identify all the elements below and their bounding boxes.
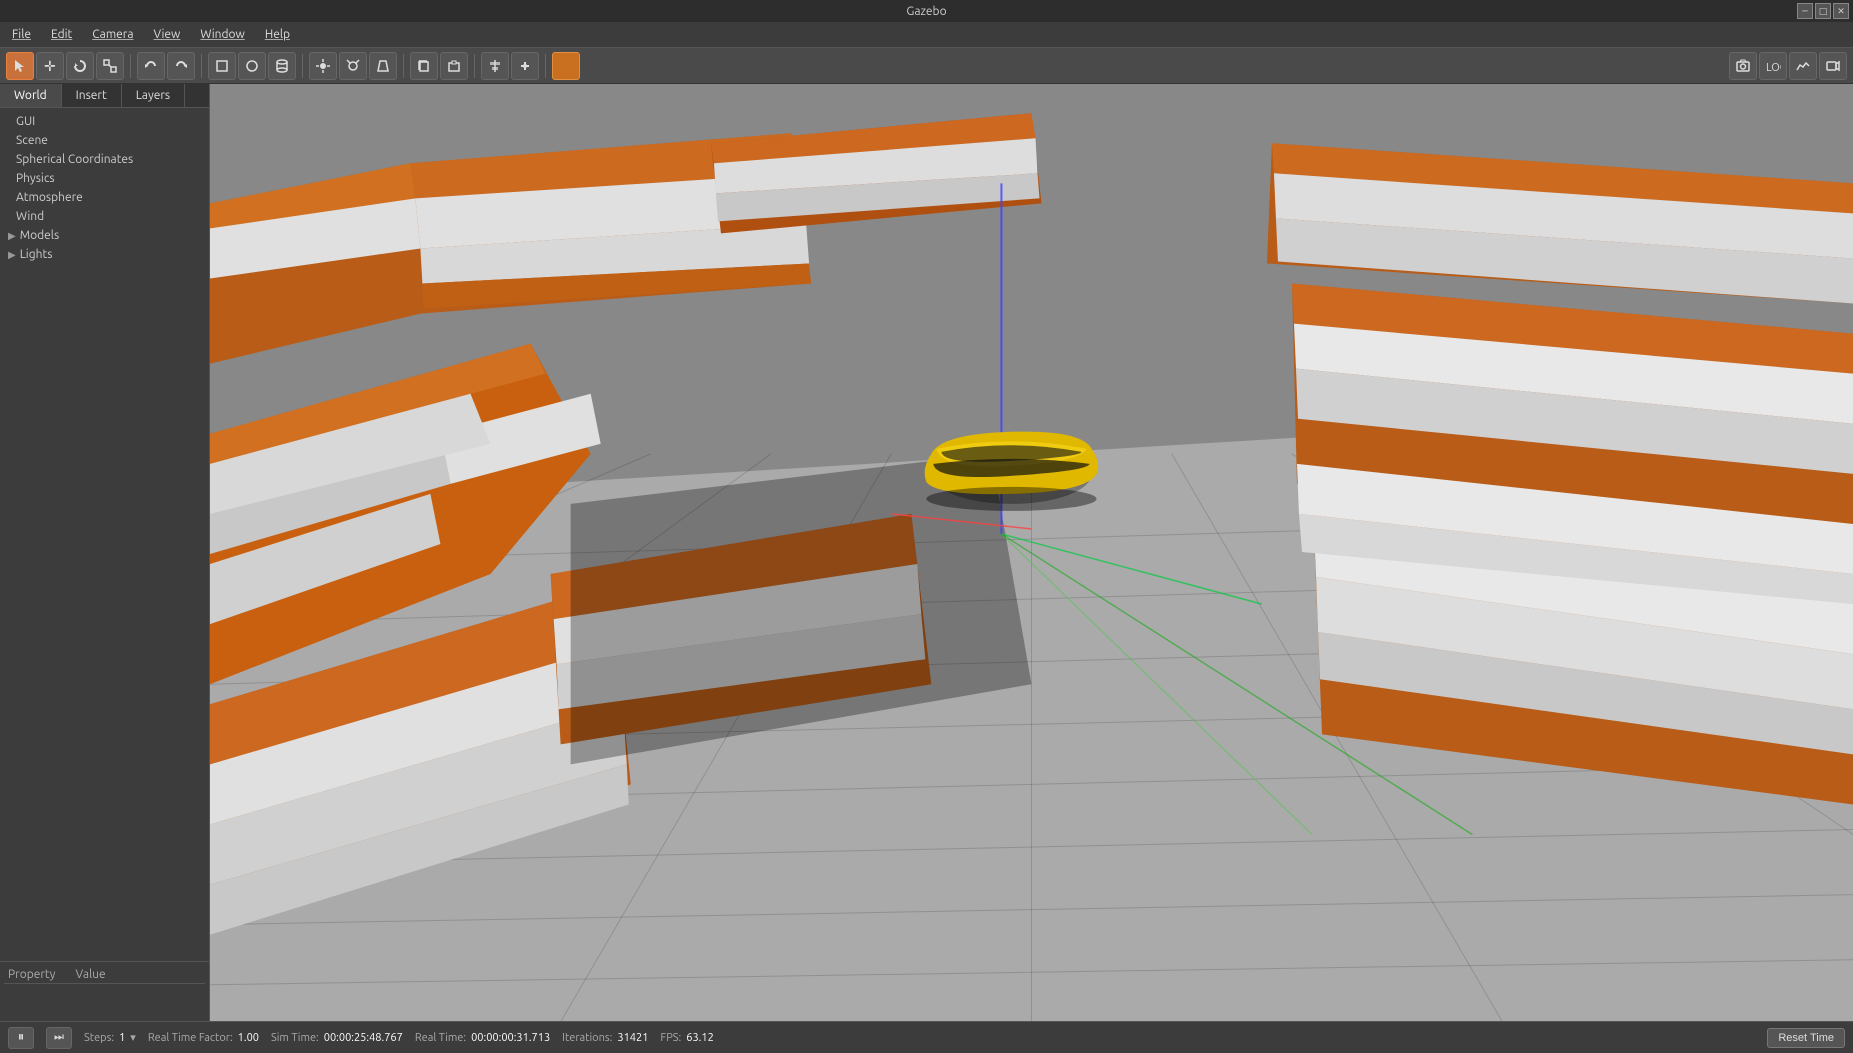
log-button[interactable]: LOG: [1759, 52, 1787, 80]
close-button[interactable]: ✕: [1833, 3, 1849, 19]
move-tool-button[interactable]: ✛: [36, 52, 64, 80]
real-time-value: 00:00:00:31.713: [471, 1032, 550, 1044]
titlebar: Gazebo ─ □ ✕: [0, 0, 1853, 22]
rotate-tool-button[interactable]: [66, 52, 94, 80]
box-button[interactable]: [208, 52, 236, 80]
point-light-button[interactable]: [339, 52, 367, 80]
tree-item-wind[interactable]: Wind: [0, 207, 209, 226]
realtime-factor-value: 1.00: [238, 1032, 259, 1044]
color-swatch-button[interactable]: [552, 52, 580, 80]
toolbar-separator-2: [201, 54, 202, 78]
tab-world[interactable]: World: [0, 84, 62, 107]
toolbar-separator-3: [302, 54, 303, 78]
fps-value: 63.12: [686, 1032, 714, 1044]
tree-item-atmosphere-label: Atmosphere: [16, 191, 83, 204]
menubar: File Edit Camera View Window Help: [0, 22, 1853, 48]
tree-item-atmosphere[interactable]: Atmosphere: [0, 188, 209, 207]
svg-text:LOG: LOG: [1766, 62, 1781, 74]
iterations-value: 31421: [617, 1032, 648, 1044]
scale-tool-button[interactable]: [96, 52, 124, 80]
snap-button[interactable]: [511, 52, 539, 80]
tree-item-lights[interactable]: ▶ Lights: [0, 245, 209, 264]
tree-item-gui-label: GUI: [16, 115, 35, 128]
main-layout: World Insert Layers GUI Scene Spherical …: [0, 84, 1853, 1021]
property-panel: Property Value: [0, 961, 209, 1021]
record-button[interactable]: [1819, 52, 1847, 80]
steps-section: Steps: 1 ▾: [84, 1031, 136, 1044]
viewport[interactable]: [210, 84, 1853, 1021]
models-expand-arrow: ▶: [8, 230, 16, 242]
menu-window[interactable]: Window: [192, 26, 252, 43]
sim-time-value: 00:00:25:48.767: [324, 1032, 403, 1044]
redo-button[interactable]: [167, 52, 195, 80]
menu-camera[interactable]: Camera: [84, 26, 141, 43]
tree-items: GUI Scene Spherical Coordinates Physics …: [0, 108, 209, 961]
minimize-button[interactable]: ─: [1797, 3, 1813, 19]
menu-help[interactable]: Help: [257, 26, 298, 43]
tree-item-scene-label: Scene: [16, 134, 48, 147]
chart-button[interactable]: [1789, 52, 1817, 80]
menu-edit[interactable]: Edit: [43, 26, 80, 43]
directional-light-button[interactable]: [309, 52, 337, 80]
property-col-label: Property: [8, 968, 55, 981]
sim-time-section: Sim Time: 00:00:25:48.767: [271, 1032, 403, 1044]
tree-item-wind-label: Wind: [16, 210, 44, 223]
realtime-factor-label: Real Time Factor:: [148, 1032, 233, 1044]
pause-button[interactable]: ⏸: [8, 1027, 34, 1049]
select-tool-button[interactable]: [6, 52, 34, 80]
tree-item-spherical-coordinates-label: Spherical Coordinates: [16, 153, 133, 166]
menu-view[interactable]: View: [146, 26, 189, 43]
tab-layers[interactable]: Layers: [122, 84, 185, 107]
realtime-factor-section: Real Time Factor: 1.00: [148, 1032, 259, 1044]
property-header: Property Value: [4, 966, 205, 984]
steps-value: 1: [119, 1032, 125, 1044]
sim-time-label: Sim Time:: [271, 1032, 319, 1044]
align-button[interactable]: [481, 52, 509, 80]
screenshot-button[interactable]: [1729, 52, 1757, 80]
fps-label: FPS:: [660, 1032, 681, 1044]
tree-item-physics-label: Physics: [16, 172, 55, 185]
spot-light-button[interactable]: [369, 52, 397, 80]
copy-button[interactable]: [410, 52, 438, 80]
lights-expand-arrow: ▶: [8, 249, 16, 261]
scene-view: [210, 84, 1853, 1021]
cylinder-button[interactable]: [268, 52, 296, 80]
tab-insert[interactable]: Insert: [62, 84, 122, 107]
tree-item-scene[interactable]: Scene: [0, 131, 209, 150]
menu-file[interactable]: File: [4, 26, 39, 43]
toolbar: ✛: [0, 48, 1853, 84]
titlebar-controls: ─ □ ✕: [1797, 3, 1849, 19]
reset-time-button[interactable]: Reset Time: [1767, 1028, 1845, 1048]
fps-section: FPS: 63.12: [660, 1032, 713, 1044]
iterations-label: Iterations:: [562, 1032, 612, 1044]
panel-tabs: World Insert Layers: [0, 84, 209, 108]
real-time-section: Real Time: 00:00:00:31.713: [415, 1032, 550, 1044]
real-time-label: Real Time:: [415, 1032, 466, 1044]
left-panel: World Insert Layers GUI Scene Spherical …: [0, 84, 210, 1021]
toolbar-separator-4: [403, 54, 404, 78]
tree-item-lights-label: Lights: [20, 248, 53, 261]
tree-item-spherical-coordinates[interactable]: Spherical Coordinates: [0, 150, 209, 169]
sphere-button[interactable]: [238, 52, 266, 80]
toolbar-separator-5: [474, 54, 475, 78]
maximize-button[interactable]: □: [1815, 3, 1831, 19]
statusbar: ⏸ ⏭ Steps: 1 ▾ Real Time Factor: 1.00 Si…: [0, 1021, 1853, 1053]
step-button[interactable]: ⏭: [46, 1027, 72, 1049]
steps-label: Steps:: [84, 1032, 114, 1044]
tree-item-models-label: Models: [20, 229, 59, 242]
app-title: Gazebo: [906, 5, 946, 18]
value-col-label: Value: [75, 968, 105, 981]
tree-item-models[interactable]: ▶ Models: [0, 226, 209, 245]
iterations-section: Iterations: 31421: [562, 1032, 648, 1044]
toolbar-separator-1: [130, 54, 131, 78]
svg-text:✛: ✛: [44, 58, 56, 74]
toolbar-separator-6: [545, 54, 546, 78]
steps-dropdown[interactable]: ▾: [130, 1031, 136, 1044]
paste-button[interactable]: [440, 52, 468, 80]
undo-button[interactable]: [137, 52, 165, 80]
tree-item-physics[interactable]: Physics: [0, 169, 209, 188]
tree-item-gui[interactable]: GUI: [0, 112, 209, 131]
